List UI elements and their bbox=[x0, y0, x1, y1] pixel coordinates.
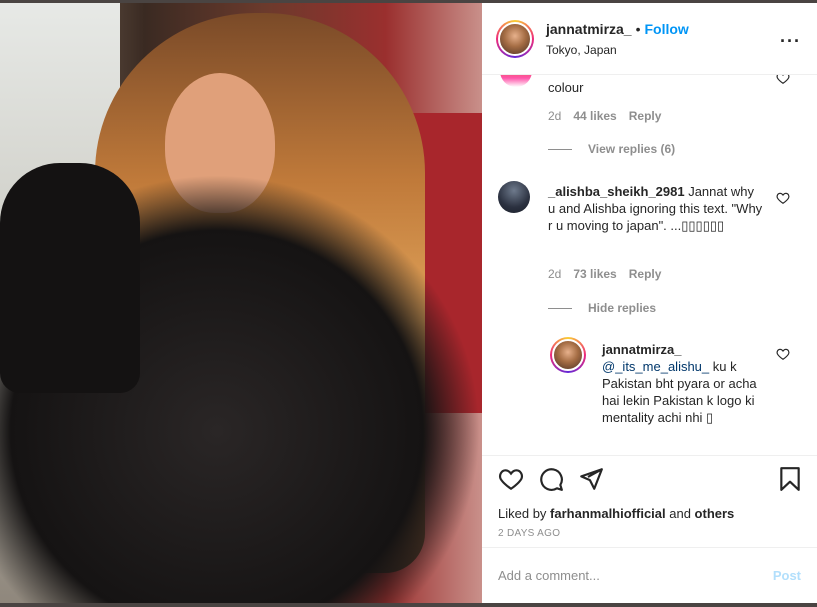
view-replies-label: View replies (6) bbox=[588, 142, 676, 156]
instagram-post-modal: jannatmirza_ • Follow Tokyo, Japan ··· c… bbox=[0, 0, 817, 607]
replies-line bbox=[548, 307, 572, 309]
reply-body: jannatmirza_ @_its_me_alishu_ ku k Pakis… bbox=[602, 341, 764, 426]
liked-by: Liked by farhanmalhiofficial and others bbox=[498, 506, 734, 521]
liked-user[interactable]: farhanmalhiofficial bbox=[550, 506, 666, 521]
comment-1: colour 2d 44 likes Reply View replies (6… bbox=[482, 75, 817, 165]
share-icon[interactable] bbox=[578, 466, 604, 492]
like-comment-icon[interactable] bbox=[776, 347, 790, 361]
arm-shape bbox=[0, 163, 140, 393]
more-icon[interactable]: ··· bbox=[780, 31, 801, 52]
comment-meta: 2d 44 likes Reply bbox=[548, 109, 661, 123]
comment-text: colour bbox=[548, 80, 584, 95]
bottom-strip bbox=[0, 603, 817, 607]
bookmark-icon[interactable] bbox=[777, 466, 803, 492]
comment-likes[interactable]: 73 likes bbox=[573, 267, 616, 281]
post-button[interactable]: Post bbox=[773, 568, 801, 583]
reply-username[interactable]: jannatmirza_ bbox=[602, 342, 681, 357]
post-header: jannatmirza_ • Follow Tokyo, Japan ··· bbox=[482, 3, 817, 75]
replies-line bbox=[548, 148, 572, 150]
post-timestamp[interactable]: 2 DAYS AGO bbox=[498, 528, 560, 539]
comments-list[interactable]: colour 2d 44 likes Reply View replies (6… bbox=[482, 75, 817, 455]
side-panel: jannatmirza_ • Follow Tokyo, Japan ··· c… bbox=[482, 3, 817, 603]
commenter-avatar[interactable] bbox=[498, 181, 530, 213]
author-avatar[interactable] bbox=[496, 19, 534, 58]
reply-avatar[interactable] bbox=[550, 337, 586, 373]
view-replies-button[interactable]: View replies (6) bbox=[548, 142, 675, 156]
liked-prefix: Liked by bbox=[498, 506, 551, 521]
reply-button[interactable]: Reply bbox=[629, 109, 662, 123]
comment-username[interactable]: _alishba_sheikh_2981 bbox=[548, 184, 685, 199]
reply-mention[interactable]: @_its_me_alishu_ bbox=[602, 359, 709, 374]
reply-button[interactable]: Reply bbox=[629, 267, 662, 281]
post-photo[interactable] bbox=[0, 3, 482, 603]
commenter-avatar[interactable] bbox=[500, 75, 532, 87]
author-username[interactable]: jannatmirza_ bbox=[546, 21, 632, 37]
comment-time[interactable]: 2d bbox=[548, 267, 561, 281]
add-comment-bar: Add a comment... Post bbox=[482, 547, 817, 603]
post-actions: Liked by farhanmalhiofficial and others … bbox=[482, 455, 817, 547]
reply-1: jannatmirza_ @_its_me_alishu_ ku k Pakis… bbox=[482, 337, 817, 455]
comment-2: _alishba_sheikh_2981 Jannat why u and Al… bbox=[482, 179, 817, 319]
comment-likes[interactable]: 44 likes bbox=[573, 109, 616, 123]
comment-body: _alishba_sheikh_2981 Jannat why u and Al… bbox=[548, 183, 764, 234]
like-comment-icon[interactable] bbox=[776, 191, 790, 205]
liked-and: and bbox=[665, 506, 695, 521]
separator-dot: • bbox=[635, 20, 641, 37]
hide-replies-label: Hide replies bbox=[588, 301, 657, 315]
action-icons bbox=[498, 466, 803, 494]
like-comment-icon[interactable] bbox=[776, 75, 790, 85]
hide-replies-button[interactable]: Hide replies bbox=[548, 301, 656, 315]
follow-button[interactable]: Follow bbox=[645, 21, 689, 37]
comment-meta: 2d 73 likes Reply bbox=[548, 267, 661, 281]
liked-others[interactable]: others bbox=[695, 506, 735, 521]
comment-input[interactable]: Add a comment... bbox=[498, 568, 600, 583]
comment-icon[interactable] bbox=[538, 466, 564, 492]
post-location[interactable]: Tokyo, Japan bbox=[546, 43, 689, 57]
heart-icon[interactable] bbox=[498, 466, 524, 492]
comment-time[interactable]: 2d bbox=[548, 109, 561, 123]
